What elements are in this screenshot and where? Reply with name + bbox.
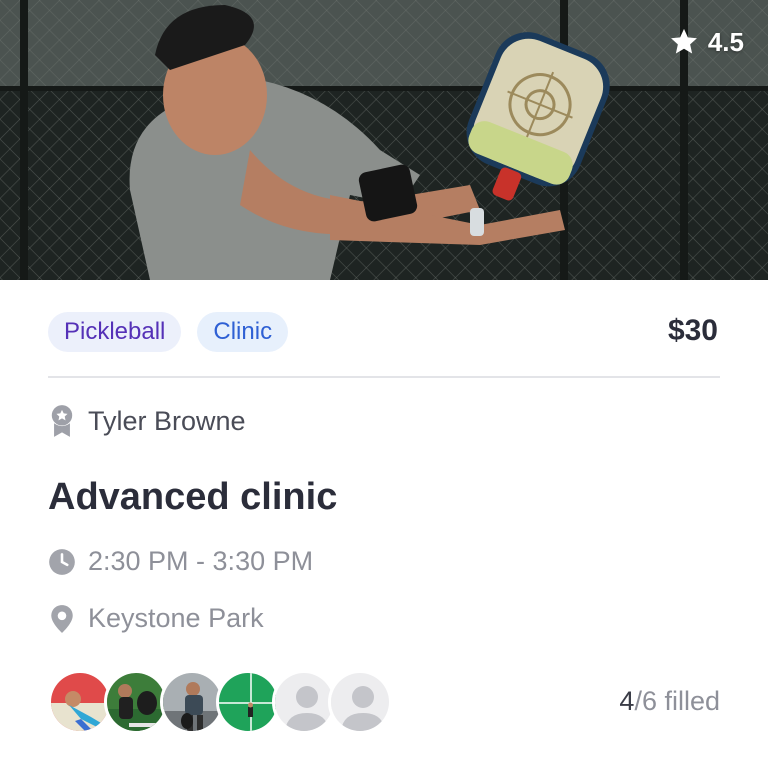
hero-photo: 4.5 xyxy=(0,0,768,280)
player-photo xyxy=(107,673,165,731)
time-text: 2:30 PM - 3:30 PM xyxy=(88,546,314,576)
empty-slot-avatar[interactable] xyxy=(328,670,392,734)
pickleball-player-photo xyxy=(0,0,768,280)
player-photo xyxy=(51,673,109,731)
participant-avatar[interactable] xyxy=(48,670,112,734)
capacity-status: 4/6 filled xyxy=(619,686,720,717)
sport-tag[interactable]: Pickleball xyxy=(48,312,182,352)
rating-badge: 4.5 xyxy=(668,26,744,58)
participant-avatar[interactable] xyxy=(104,670,168,734)
rating-value: 4.5 xyxy=(707,26,744,57)
divider xyxy=(48,376,720,378)
price: $30 xyxy=(667,314,718,347)
participant-avatar[interactable] xyxy=(160,670,224,734)
filled-count: 4 xyxy=(619,686,635,716)
coach-name: Tyler Browne xyxy=(88,405,246,436)
coach-row[interactable]: Tyler Browne xyxy=(48,404,246,438)
map-pin-icon xyxy=(51,604,73,633)
empty-slot xyxy=(331,673,389,731)
session-type-tag[interactable]: Clinic xyxy=(197,312,289,352)
capacity-text: /6 filled xyxy=(634,686,720,716)
player-photo xyxy=(163,673,221,731)
session-title: Advanced clinic xyxy=(48,476,338,518)
location-text: Keystone Park xyxy=(88,603,264,633)
empty-slot xyxy=(275,673,333,731)
time-row: 2:30 PM - 3:30 PM xyxy=(48,546,313,577)
clock-icon xyxy=(49,548,75,575)
star-icon xyxy=(670,28,697,54)
location-row[interactable]: Keystone Park xyxy=(48,603,264,634)
clinic-card[interactable]: 4.5 Pickleball Clinic $30 Tyler Browne A… xyxy=(0,0,768,782)
tag-list: Pickleball Clinic xyxy=(48,312,289,352)
player-photo xyxy=(219,673,277,731)
participant-avatars[interactable] xyxy=(48,670,392,734)
award-icon xyxy=(51,405,73,437)
participant-avatar[interactable] xyxy=(216,670,280,734)
empty-slot-avatar[interactable] xyxy=(272,670,336,734)
